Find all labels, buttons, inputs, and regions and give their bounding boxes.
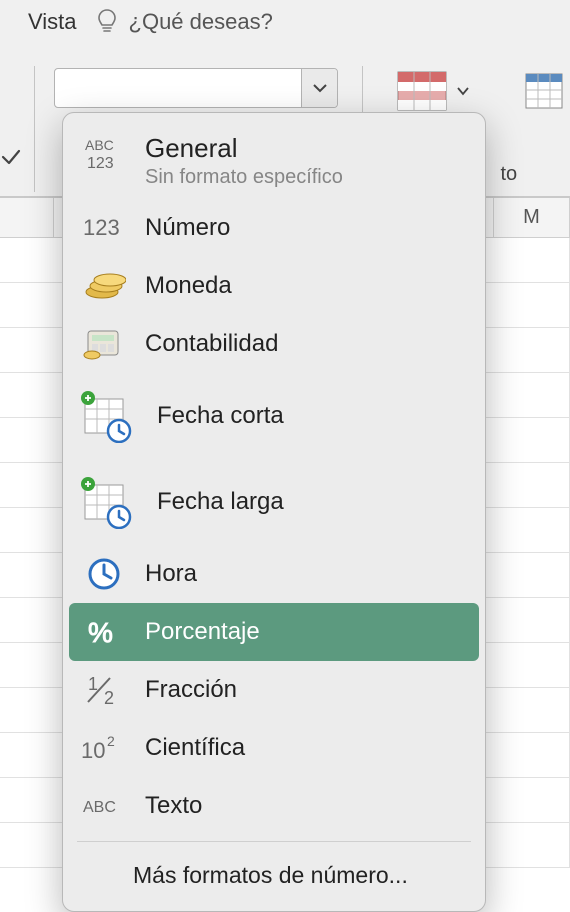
long-date-icon — [79, 475, 141, 529]
menu-item-label: General — [145, 133, 343, 164]
menu-item-general[interactable]: ABC 123 General Sin formato específico — [63, 121, 485, 199]
menu-item-label: Hora — [145, 560, 197, 588]
tab-vista[interactable]: Vista — [28, 9, 77, 35]
menu-item-label: Moneda — [145, 272, 232, 300]
fraction-icon: 1 2 — [79, 669, 129, 711]
svg-text:2: 2 — [107, 733, 115, 749]
menu-item-label: Fecha corta — [157, 402, 284, 430]
checkmark-icon — [0, 146, 22, 168]
menu-item-currency[interactable]: Moneda — [63, 257, 485, 315]
menu-item-text[interactable]: ABC Texto — [63, 777, 485, 835]
percentage-icon: % — [79, 611, 129, 653]
menu-item-label: Fracción — [145, 676, 237, 704]
currency-icon — [79, 265, 129, 307]
number-format-combo[interactable] — [54, 68, 338, 108]
menu-item-label: Fecha larga — [157, 488, 284, 516]
menu-item-label: Contabilidad — [145, 330, 278, 358]
menu-item-fraction[interactable]: 1 2 Fracción — [63, 661, 485, 719]
svg-text:1: 1 — [88, 674, 98, 694]
menu-item-label: Número — [145, 214, 230, 242]
accounting-icon — [79, 323, 129, 365]
menu-item-scientific[interactable]: 10 2 Científica — [63, 719, 485, 777]
menu-item-accounting[interactable]: Contabilidad — [63, 315, 485, 373]
menu-item-label: Más formatos de número... — [133, 862, 408, 888]
text-icon: ABC — [79, 785, 129, 827]
menu-item-label: Porcentaje — [145, 618, 260, 646]
ribbon-left-partial — [0, 60, 34, 198]
number-format-display[interactable] — [55, 69, 301, 107]
svg-text:ABC: ABC — [85, 137, 114, 153]
menu-item-short-date[interactable]: Fecha corta — [63, 373, 485, 459]
menu-separator — [77, 841, 471, 842]
svg-text:2: 2 — [104, 688, 114, 708]
number-format-menu: ABC 123 General Sin formato específico 1… — [62, 112, 486, 912]
time-icon — [79, 553, 129, 595]
column-header-m[interactable]: M — [494, 198, 570, 237]
menu-item-label: Texto — [145, 792, 202, 820]
menu-item-label: Científica — [145, 734, 245, 762]
conditional-formatting-button[interactable] — [394, 68, 470, 114]
svg-text:123: 123 — [87, 155, 114, 172]
lightbulb-icon — [95, 10, 119, 34]
column-header[interactable] — [0, 198, 54, 237]
format-as-table-button[interactable] — [524, 68, 564, 114]
svg-text:ABC: ABC — [83, 799, 116, 816]
ribbon-tabs: Vista ¿Qué deseas? — [0, 0, 570, 44]
number-icon: 123 — [79, 207, 129, 249]
menu-item-more-formats[interactable]: Más formatos de número... — [63, 848, 485, 903]
menu-item-percentage[interactable]: % Porcentaje — [69, 603, 479, 661]
svg-text:10: 10 — [81, 738, 105, 763]
conditional-formatting-icon — [394, 68, 450, 114]
chevron-down-icon — [456, 86, 470, 96]
scientific-icon: 10 2 — [79, 727, 129, 769]
tell-me-label: ¿Qué deseas? — [129, 9, 273, 35]
general-icon: ABC 123 — [79, 133, 129, 175]
short-date-icon — [79, 389, 141, 443]
tell-me-button[interactable]: ¿Qué deseas? — [95, 9, 273, 35]
menu-item-long-date[interactable]: Fecha larga — [63, 459, 485, 545]
menu-item-number[interactable]: 123 Número — [63, 199, 485, 257]
chevron-down-icon — [312, 82, 328, 94]
ribbon-divider — [34, 66, 35, 192]
svg-text:123: 123 — [83, 215, 120, 240]
menu-item-time[interactable]: Hora — [63, 545, 485, 603]
svg-text:%: % — [88, 617, 113, 648]
menu-item-sublabel: Sin formato específico — [145, 166, 343, 189]
number-format-dropdown-arrow[interactable] — [301, 69, 337, 107]
